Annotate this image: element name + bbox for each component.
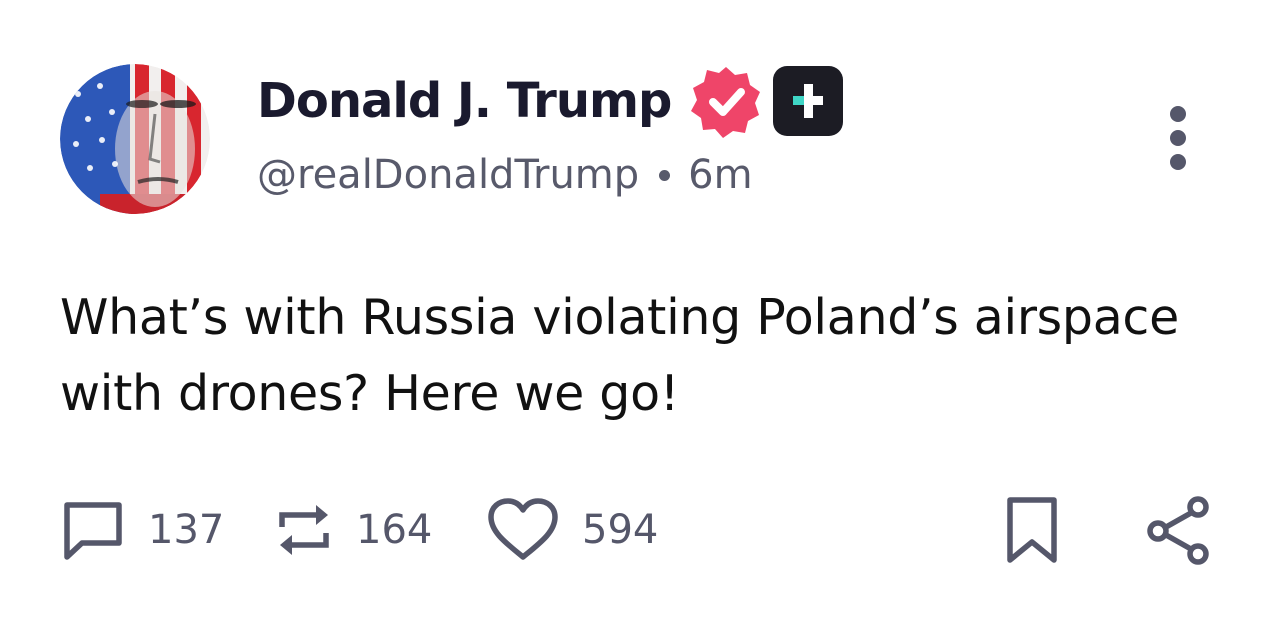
avatar-image (60, 64, 210, 214)
like-count: 594 (582, 507, 659, 553)
bookmark-button[interactable] (1004, 490, 1060, 570)
post-card: Donald J. Trump @realDonaldTrump 6m What… (0, 0, 1280, 632)
share-button[interactable] (1146, 490, 1212, 570)
more-vertical-icon (1170, 106, 1186, 170)
avatar[interactable] (60, 64, 210, 214)
like-icon (488, 498, 558, 560)
reply-icon (64, 502, 122, 560)
post-timestamp[interactable]: 6m (688, 152, 752, 198)
repost-count: 164 (356, 507, 433, 553)
author-row: Donald J. Trump (257, 66, 845, 138)
author-meta: @realDonaldTrump 6m (257, 152, 753, 198)
author-handle[interactable]: @realDonaldTrump (257, 152, 639, 198)
post-text: What’s with Russia violating Poland’s ai… (60, 289, 1179, 422)
share-icon (1147, 496, 1209, 565)
repost-icon (279, 505, 329, 555)
like-button[interactable]: 594 (486, 490, 658, 570)
repost-button[interactable]: 164 (274, 490, 432, 570)
bookmark-icon (1007, 497, 1057, 563)
verified-badge-icon (691, 67, 761, 138)
reply-count: 137 (148, 507, 225, 553)
separator-dot (659, 169, 671, 181)
more-options-button[interactable] (1160, 102, 1196, 174)
author-display-name[interactable]: Donald J. Trump (257, 73, 672, 129)
reply-button[interactable]: 137 (60, 490, 224, 570)
plus-badge-icon (773, 66, 844, 136)
action-bar: 137 164 594 (60, 490, 1220, 570)
